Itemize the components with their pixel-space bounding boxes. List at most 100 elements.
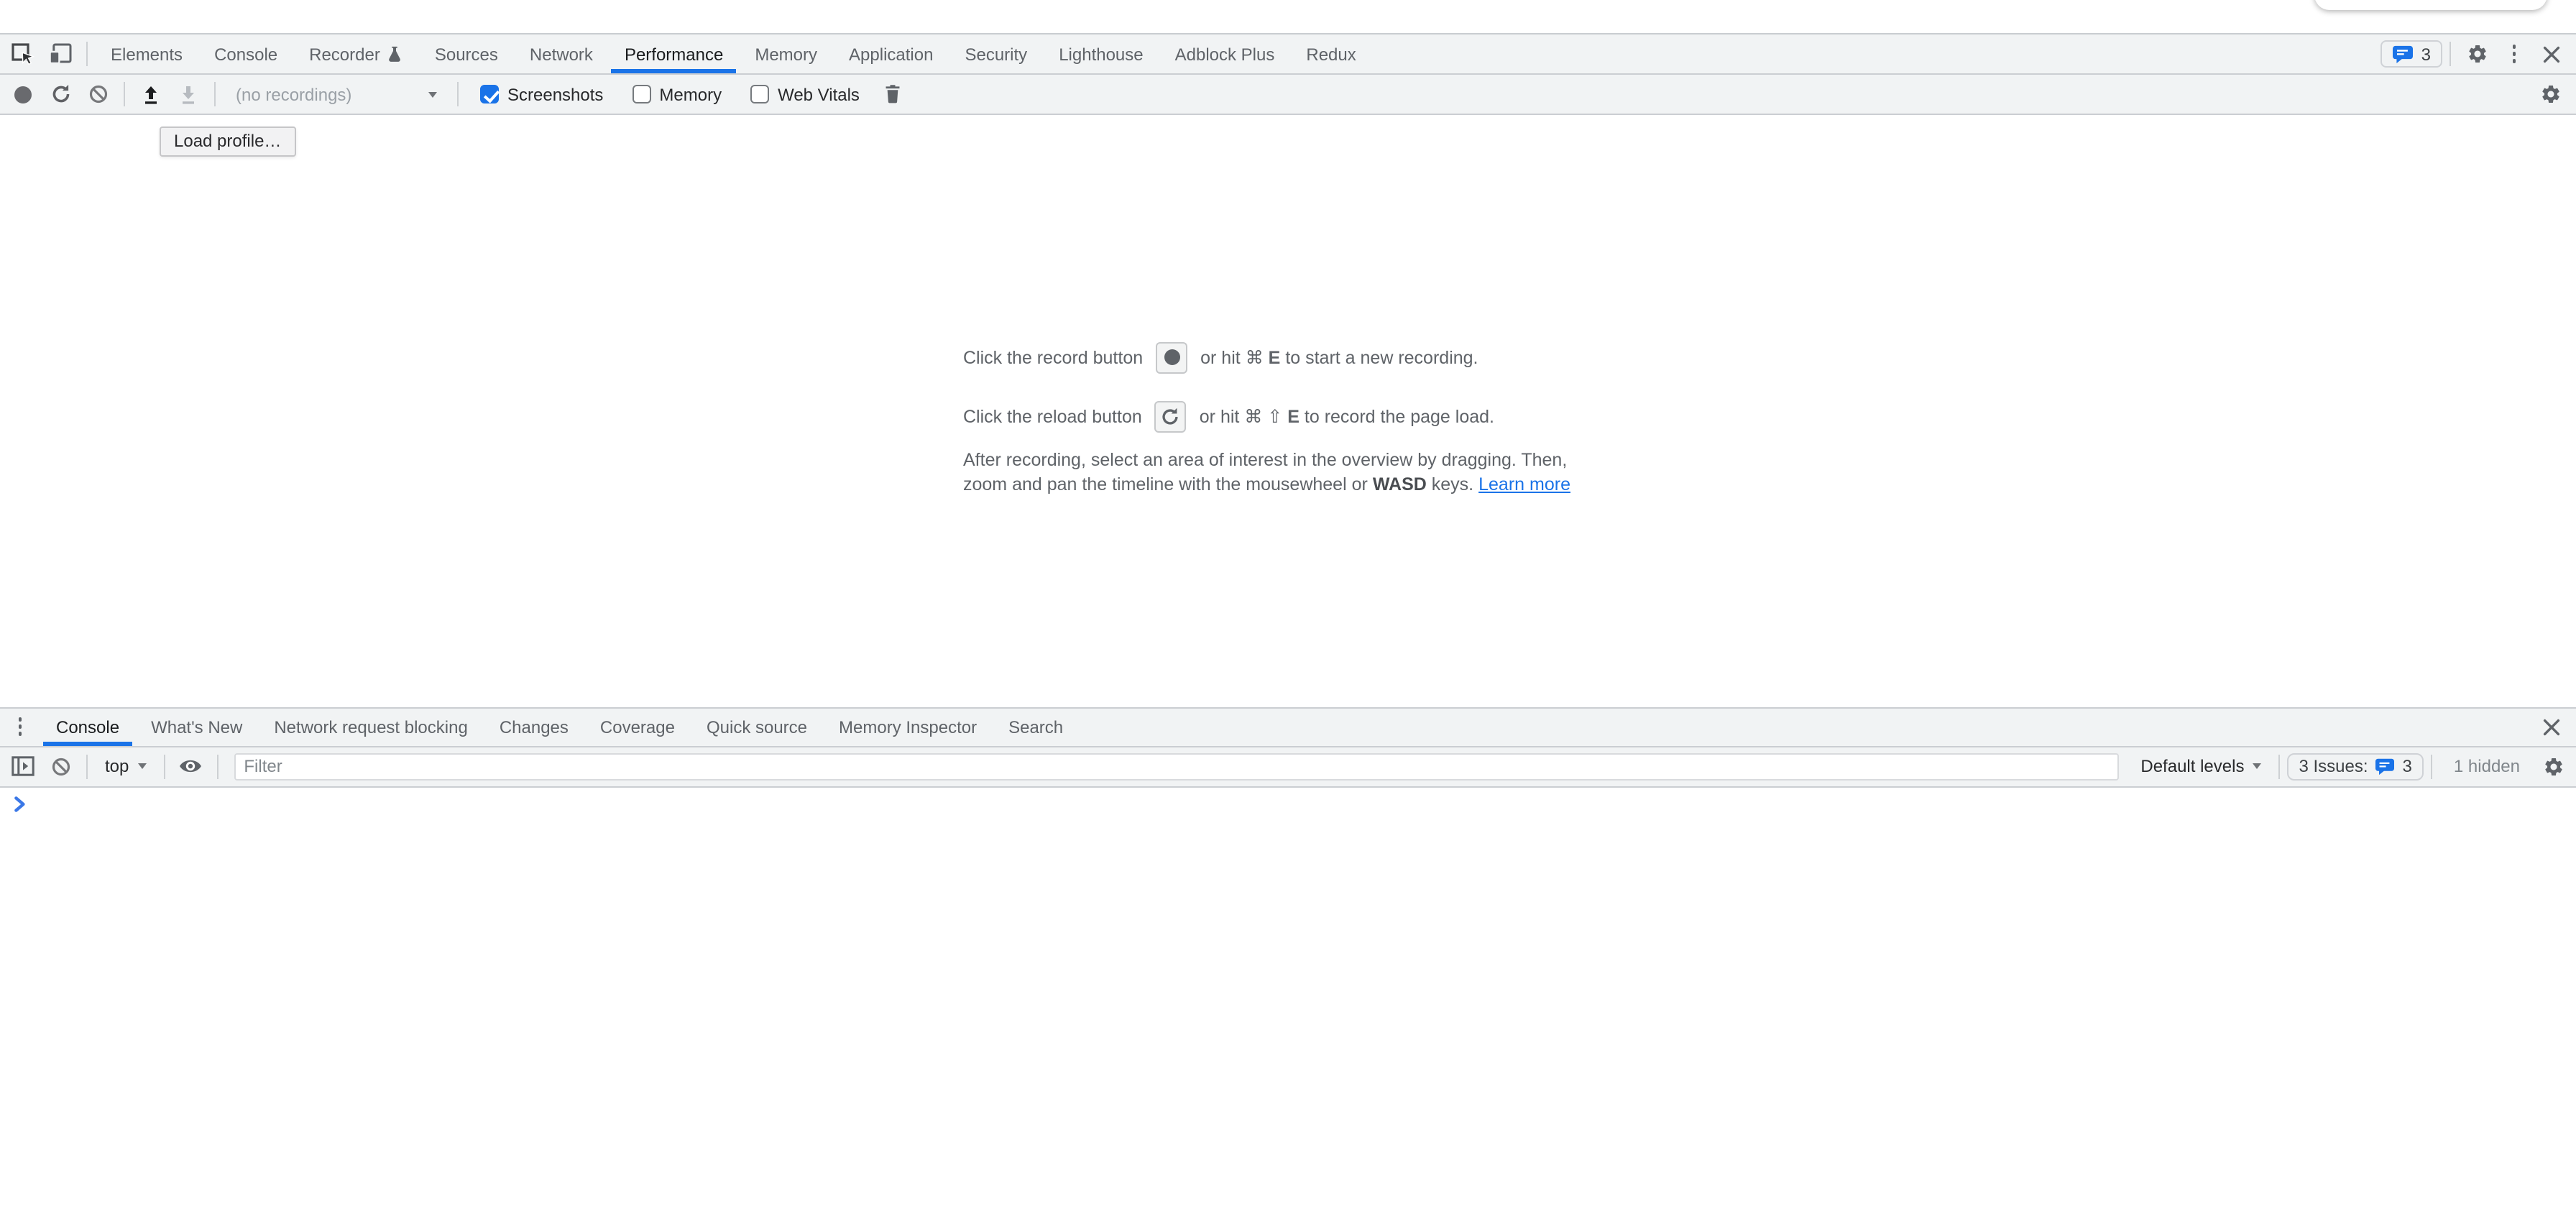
- record-button-illustration[interactable]: [1156, 342, 1187, 374]
- performance-empty-state: Click the record button or hit ⌘ E to st…: [963, 342, 1613, 497]
- gear-icon: [2542, 755, 2564, 777]
- close-devtools-button[interactable]: [2533, 34, 2570, 73]
- tab-console[interactable]: Console: [198, 34, 293, 73]
- divider: [2278, 754, 2280, 778]
- cmd-key-glyph: ⌘: [1244, 406, 1262, 428]
- tab-lighthouse[interactable]: Lighthouse: [1043, 34, 1159, 73]
- capture-settings-button[interactable]: [2531, 83, 2569, 105]
- drawer-tab-changes[interactable]: Changes: [484, 708, 584, 745]
- tab-sources[interactable]: Sources: [419, 34, 514, 73]
- console-filter-input[interactable]: [234, 752, 2119, 780]
- tab-elements[interactable]: Elements: [95, 34, 198, 73]
- close-icon: [2543, 45, 2560, 63]
- divider: [457, 82, 459, 106]
- inspect-element-button[interactable]: [4, 34, 42, 73]
- record-instruction-row: Click the record button or hit ⌘ E to st…: [963, 342, 1613, 374]
- upload-icon: [141, 84, 161, 104]
- tab-application[interactable]: Application: [833, 34, 949, 73]
- after-recording-paragraph: After recording, select an area of inter…: [963, 448, 1613, 497]
- divider: [124, 82, 125, 106]
- load-profile-tooltip: Load profile…: [160, 126, 295, 157]
- drawer-tab-search[interactable]: Search: [993, 708, 1079, 745]
- web-vitals-checkbox[interactable]: Web Vitals: [750, 84, 860, 104]
- console-issues-count: 3: [2403, 756, 2412, 776]
- settings-button[interactable]: [2458, 34, 2496, 73]
- sidebar-panel-icon: [12, 756, 34, 776]
- page-top-strip: [0, 0, 2576, 33]
- device-toolbar-icon: [49, 43, 72, 65]
- block-icon: [87, 83, 109, 105]
- reload-button-illustration[interactable]: [1155, 401, 1187, 433]
- cmd-key-glyph: ⌘: [1246, 347, 1264, 369]
- console-settings-button[interactable]: [2534, 755, 2572, 777]
- javascript-context-select[interactable]: top: [105, 756, 146, 776]
- chevron-down-icon: [137, 763, 146, 769]
- divider: [2431, 754, 2432, 778]
- tab-performance[interactable]: Performance: [609, 34, 739, 73]
- memory-checkbox[interactable]: Memory: [632, 84, 722, 104]
- garbage-collect-button[interactable]: [874, 83, 911, 105]
- tab-redux[interactable]: Redux: [1290, 34, 1371, 73]
- tab-network[interactable]: Network: [514, 34, 609, 73]
- drawer-more-tools-button[interactable]: [0, 708, 40, 745]
- browser-popup-edge: [2314, 0, 2547, 10]
- drawer-tab-quick-source[interactable]: Quick source: [691, 708, 823, 745]
- console-issues-badge[interactable]: 3 Issues: 3: [2287, 752, 2423, 780]
- divider: [86, 42, 88, 66]
- console-prompt-area[interactable]: [0, 787, 2576, 1206]
- reload-and-record-button[interactable]: [42, 83, 79, 105]
- drawer-tab-network-request-blocking[interactable]: Network request blocking: [258, 708, 483, 745]
- inspect-cursor-icon: [11, 42, 35, 65]
- reload-instruction-row: Click the reload button or hit ⌘ ⇧ E to …: [963, 401, 1613, 433]
- live-expression-button[interactable]: [172, 758, 209, 775]
- learn-more-link[interactable]: Learn more: [1478, 474, 1570, 494]
- record-icon: [14, 86, 32, 103]
- e-key-glyph: E: [1287, 408, 1300, 428]
- issues-bubble-icon: [2375, 757, 2396, 775]
- issues-bubble-icon: [2393, 44, 2414, 64]
- recordings-select[interactable]: (no recordings): [227, 84, 446, 104]
- flask-icon: [387, 45, 403, 63]
- chevron-down-icon: [2253, 763, 2261, 769]
- wasd-keys-text: WASD: [1373, 474, 1427, 494]
- kebab-icon: [2512, 45, 2516, 63]
- chevron-down-icon: [428, 91, 437, 97]
- shift-key-glyph: ⇧: [1267, 406, 1282, 428]
- console-toolbar: top Default levels 3 Issues: 3: [0, 747, 2576, 787]
- divider: [216, 754, 218, 778]
- tab-recorder[interactable]: Recorder: [293, 34, 419, 73]
- gear-icon: [2466, 43, 2488, 65]
- divider: [214, 82, 216, 106]
- console-sidebar-toggle-button[interactable]: [4, 756, 42, 776]
- tab-adblock-plus[interactable]: Adblock Plus: [1159, 34, 1291, 73]
- trash-icon: [883, 83, 903, 105]
- divider: [2450, 42, 2451, 66]
- download-icon: [178, 84, 198, 104]
- tab-security[interactable]: Security: [949, 34, 1043, 73]
- screenshots-checkbox[interactable]: Screenshots: [480, 84, 603, 104]
- reload-icon: [50, 83, 71, 105]
- divider: [86, 754, 88, 778]
- drawer-tab-console[interactable]: Console: [40, 708, 135, 745]
- clear-console-button[interactable]: [42, 755, 79, 777]
- checkbox-unchecked-icon: [632, 85, 650, 103]
- checkbox-checked-icon: [480, 85, 499, 103]
- issues-badge[interactable]: 3: [2381, 40, 2442, 68]
- record-button[interactable]: [4, 86, 42, 103]
- load-profile-button[interactable]: [132, 84, 170, 104]
- eye-icon: [178, 758, 203, 775]
- drawer-tab-whats-new[interactable]: What's New: [135, 708, 258, 745]
- drawer-tab-coverage[interactable]: Coverage: [584, 708, 691, 745]
- e-key-glyph: E: [1269, 349, 1281, 369]
- drawer-tabbar: Console What's New Network request block…: [0, 706, 2576, 747]
- performance-panel-content: Load profile… Click the record button or…: [0, 115, 2576, 706]
- close-drawer-button[interactable]: [2533, 708, 2570, 745]
- more-options-button[interactable]: [2496, 34, 2533, 73]
- save-profile-button[interactable]: [170, 84, 207, 104]
- clear-recordings-button[interactable]: [79, 83, 116, 105]
- device-toolbar-button[interactable]: [42, 34, 79, 73]
- block-icon: [50, 755, 71, 777]
- drawer-tab-memory-inspector[interactable]: Memory Inspector: [823, 708, 993, 745]
- log-levels-select[interactable]: Default levels: [2140, 756, 2261, 776]
- tab-memory[interactable]: Memory: [739, 34, 833, 73]
